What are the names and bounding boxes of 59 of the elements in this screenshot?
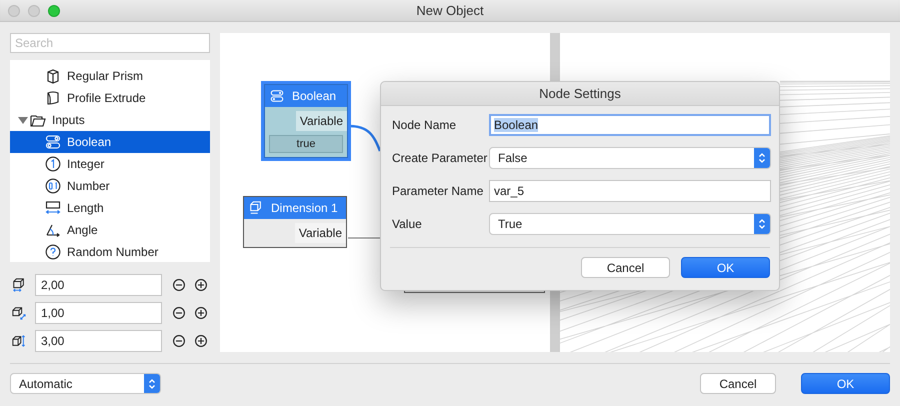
height-cube-icon xyxy=(12,334,26,348)
node-card[interactable]: Boolean Variable true xyxy=(264,84,348,158)
cancel-button[interactable]: Cancel xyxy=(700,373,776,394)
tree-item[interactable]: Integer xyxy=(10,153,210,175)
cube-icon xyxy=(249,201,263,215)
number-field[interactable]: 1,00 xyxy=(35,302,162,324)
tree-item[interactable]: Angle xyxy=(10,219,210,241)
length-icon xyxy=(45,200,61,216)
tree-item[interactable]: Inputs xyxy=(10,109,210,131)
ok-button[interactable]: OK xyxy=(681,257,770,278)
minus-icon[interactable] xyxy=(173,335,185,347)
field-label: Node Name xyxy=(392,118,458,132)
tree-item[interactable]: Number xyxy=(10,175,210,197)
node-card[interactable]: Dimension 1 Variable xyxy=(243,196,347,248)
tree-item[interactable]: Profile Extrude xyxy=(10,87,210,109)
output-port-label: Variable xyxy=(296,111,347,131)
tree-item[interactable]: Regular Prism xyxy=(10,65,210,87)
width-cube-icon xyxy=(12,278,26,292)
disclosure-triangle-icon xyxy=(18,115,28,125)
plus-icon[interactable] xyxy=(195,279,207,291)
one-icon xyxy=(45,156,61,172)
plus-icon[interactable] xyxy=(195,307,207,319)
decimal-icon xyxy=(45,178,61,194)
stepper-chevrons-icon xyxy=(758,218,766,230)
question-icon xyxy=(45,244,61,260)
toggle-icon xyxy=(270,89,284,103)
number-field[interactable]: 3,00 xyxy=(35,330,162,352)
field-label: Create Parameter xyxy=(392,151,488,165)
tree-item[interactable]: Random Number xyxy=(10,241,210,262)
field-label: Value xyxy=(392,217,423,231)
extrude-icon xyxy=(45,90,61,106)
search-field[interactable]: Search xyxy=(10,33,210,53)
stepper-chevrons-icon xyxy=(148,378,156,390)
connector-line xyxy=(348,124,382,152)
number-field[interactable]: 2,00 xyxy=(35,274,162,296)
minus-icon[interactable] xyxy=(173,279,185,291)
dialog-title: Node Settings xyxy=(381,82,779,106)
depth-cube-icon xyxy=(12,306,26,320)
field-label: Parameter Name xyxy=(392,184,484,198)
minus-icon[interactable] xyxy=(173,307,185,319)
dropdown[interactable]: True xyxy=(489,213,771,235)
cancel-button[interactable]: Cancel xyxy=(581,257,670,278)
tree-item[interactable]: Length xyxy=(10,197,210,219)
mode-dropdown[interactable]: Automatic xyxy=(10,373,161,394)
toggle-icon xyxy=(45,134,61,150)
value-field[interactable]: true xyxy=(269,135,343,153)
output-port-label: Variable xyxy=(294,223,346,243)
window-title: New Object xyxy=(415,3,485,18)
node-title: Boolean xyxy=(292,89,336,103)
text-field[interactable]: Boolean xyxy=(489,114,771,136)
dropdown[interactable]: False xyxy=(489,147,771,169)
prism-icon xyxy=(45,68,61,84)
text-field[interactable]: var_5 xyxy=(489,180,771,202)
stepper-chevrons-icon xyxy=(758,152,766,164)
ok-button[interactable]: OK xyxy=(801,373,890,394)
node-title: Dimension 1 xyxy=(271,201,338,215)
angle-icon xyxy=(45,222,61,238)
tree-item[interactable]: Boolean xyxy=(10,131,210,153)
plus-icon[interactable] xyxy=(195,335,207,347)
